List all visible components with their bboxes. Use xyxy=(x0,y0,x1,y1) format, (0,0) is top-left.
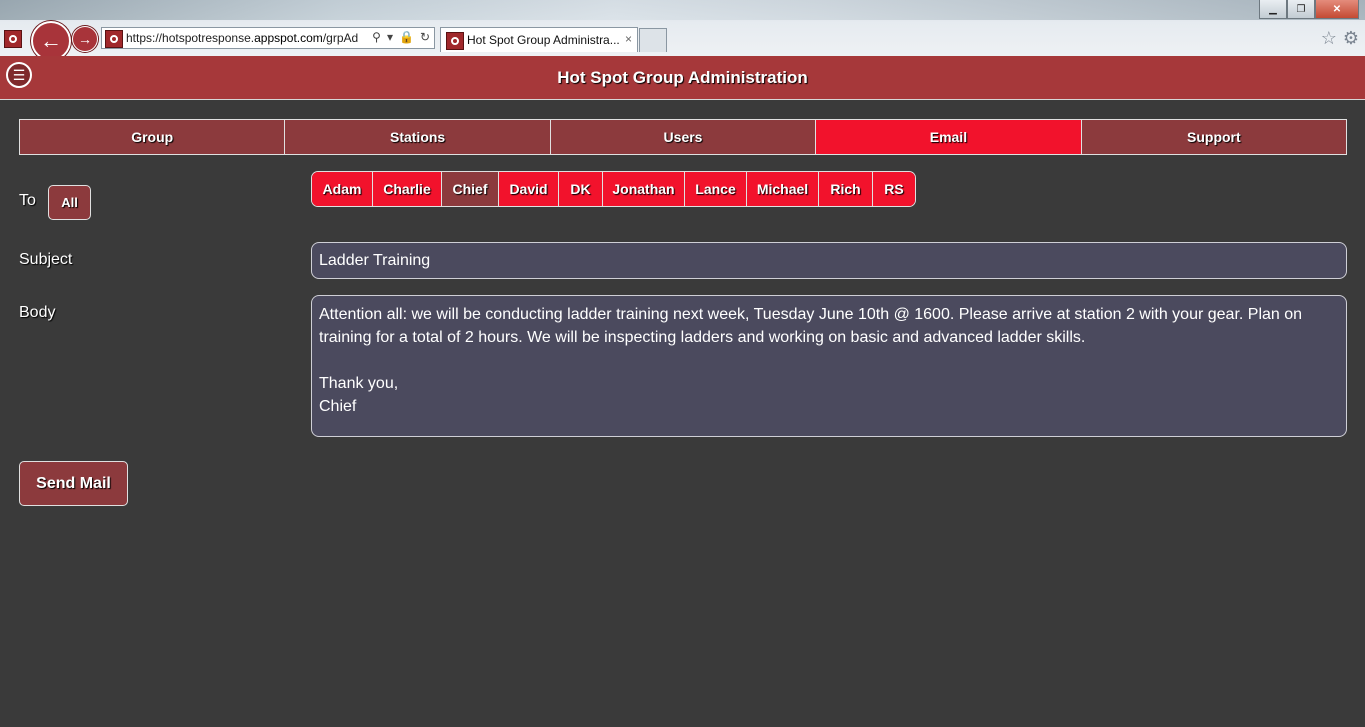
address-bar[interactable]: https://hotspotresponse.appspot.com/grpA… xyxy=(101,27,435,49)
subject-label: Subject xyxy=(19,251,73,268)
tab-group[interactable]: Group xyxy=(20,120,286,154)
refresh-icon[interactable]: ↻ xyxy=(420,30,430,44)
close-window-button[interactable]: ✕ xyxy=(1315,0,1359,19)
all-recipients-button[interactable]: All xyxy=(48,185,91,220)
browser-chrome: ▁ ❐ ✕ ← → https://hotspotresponse.appspo… xyxy=(0,0,1365,61)
tab-users[interactable]: Users xyxy=(550,120,817,154)
address-url: https://hotspotresponse.appspot.com/grpA… xyxy=(126,31,359,45)
window-controls: ▁ ❐ ✕ xyxy=(1259,0,1359,19)
address-bar-icons: ⚲ ▾ 🔒 ↻ xyxy=(372,30,430,44)
body-textarea[interactable]: Attention all: we will be conducting lad… xyxy=(311,295,1347,437)
favorites-star-icon[interactable]: ☆ xyxy=(1321,28,1337,49)
recipient-charlie[interactable]: Charlie xyxy=(373,172,442,206)
tab-favicon-icon xyxy=(446,32,464,50)
recipient-adam[interactable]: Adam xyxy=(312,172,373,206)
minimize-button[interactable]: ▁ xyxy=(1259,0,1287,19)
back-arrow-icon[interactable]: ← xyxy=(31,21,71,61)
subject-input[interactable]: Ladder Training xyxy=(311,242,1347,279)
recipient-michael[interactable]: Michael xyxy=(747,172,819,206)
browser-tab[interactable]: Hot Spot Group Administra... × xyxy=(440,27,638,52)
new-tab-button[interactable] xyxy=(639,28,667,52)
tab-support[interactable]: Support xyxy=(1081,120,1347,154)
recipient-lance[interactable]: Lance xyxy=(685,172,747,206)
recipient-david[interactable]: David xyxy=(499,172,559,206)
recipient-jonathan[interactable]: Jonathan xyxy=(603,172,685,206)
send-mail-button[interactable]: Send Mail xyxy=(19,461,128,506)
recipient-chief[interactable]: Chief xyxy=(442,172,499,206)
recipient-rs[interactable]: RS xyxy=(873,172,915,206)
forward-arrow-icon[interactable]: → xyxy=(72,26,98,52)
browser-favicon-icon xyxy=(4,30,22,48)
section-tabs: Group Stations Users Email Support xyxy=(19,119,1347,155)
recipient-dk[interactable]: DK xyxy=(559,172,603,206)
site-favicon-icon xyxy=(105,30,123,48)
tab-title: Hot Spot Group Administra... xyxy=(467,33,620,47)
search-icon[interactable]: ⚲ xyxy=(372,30,381,44)
restore-button[interactable]: ❐ xyxy=(1287,0,1315,19)
settings-gear-icon[interactable]: ⚙ xyxy=(1343,28,1359,49)
window-title-strip xyxy=(0,0,1365,20)
recipient-selector: Adam Charlie Chief David DK Jonathan Lan… xyxy=(311,171,916,207)
lock-icon[interactable]: 🔒 xyxy=(399,30,414,44)
to-label: To xyxy=(19,192,36,209)
dropdown-icon[interactable]: ▾ xyxy=(387,30,393,44)
tab-close-icon[interactable]: × xyxy=(625,32,632,46)
tab-stations[interactable]: Stations xyxy=(285,120,551,154)
body-label: Body xyxy=(19,304,56,321)
tab-email[interactable]: Email xyxy=(816,120,1082,154)
recipient-rich[interactable]: Rich xyxy=(819,172,873,206)
browser-toolbar-right: ☆ ⚙ xyxy=(1321,28,1359,49)
page-title: Hot Spot Group Administration xyxy=(557,68,808,87)
